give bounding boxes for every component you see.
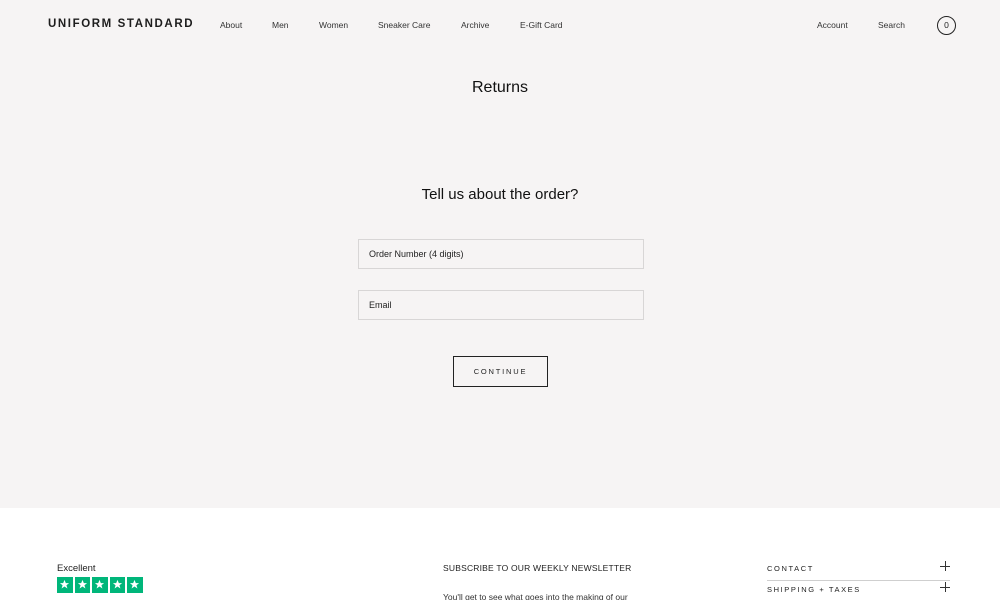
newsletter-description: You'll get to see what goes into the mak… xyxy=(443,592,628,600)
trustpilot-logo-icon xyxy=(155,596,161,600)
star-icon xyxy=(74,577,90,593)
nav-link-men[interactable]: Men xyxy=(272,20,289,30)
accordion-shipping-taxes[interactable]: SHIPPING + TAXES xyxy=(767,581,950,600)
star-icon xyxy=(127,577,143,593)
nav-link-archive[interactable]: Archive xyxy=(461,20,489,30)
star-icon xyxy=(57,577,73,593)
plus-icon xyxy=(940,561,950,571)
nav-link-sneaker-care[interactable]: Sneaker Care xyxy=(378,20,430,30)
star-icon xyxy=(92,577,108,593)
newsletter-title: SUBSCRIBE TO OUR WEEKLY NEWSLETTER xyxy=(443,563,632,573)
site-header: UNIFORM STANDARD About Men Women Sneaker… xyxy=(0,0,1000,50)
star-icon xyxy=(109,577,125,593)
nav-link-e-gift-card[interactable]: E-Gift Card xyxy=(520,20,563,30)
account-link[interactable]: Account xyxy=(817,20,848,30)
search-link[interactable]: Search xyxy=(878,20,905,30)
main-section: UNIFORM STANDARD About Men Women Sneaker… xyxy=(0,0,1000,508)
accordion-label: SHIPPING + TAXES xyxy=(767,585,861,594)
site-footer: Excellent SUBSCRIBE TO OUR WEEKLY NEWSLE… xyxy=(0,508,1000,600)
form-heading: Tell us about the order? xyxy=(421,186,579,203)
continue-button[interactable]: CONTINUE xyxy=(453,356,548,387)
accordion-contact[interactable]: CONTACT xyxy=(767,560,950,581)
trustpilot-rating-label: Excellent xyxy=(57,563,96,574)
cart-button[interactable]: 0 xyxy=(937,16,956,35)
trustpilot-stars[interactable] xyxy=(57,577,143,593)
accordion-label: CONTACT xyxy=(767,564,814,573)
site-logo[interactable]: UNIFORM STANDARD xyxy=(48,18,194,30)
plus-icon xyxy=(940,582,950,592)
nav-link-about[interactable]: About xyxy=(220,20,242,30)
email-input[interactable] xyxy=(358,290,644,320)
nav-link-women[interactable]: Women xyxy=(319,20,348,30)
page-title: Returns xyxy=(471,79,529,96)
order-number-input[interactable] xyxy=(358,239,644,269)
